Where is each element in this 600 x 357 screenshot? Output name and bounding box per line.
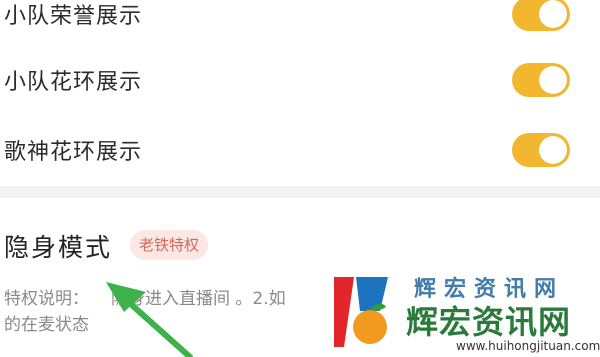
invisible-mode-title: 隐身模式: [4, 233, 113, 262]
description-text: 隐身进入直播间 。2.如: [111, 289, 286, 309]
privilege-description: 特权说明： 隐身进入直播间 。2.如 的在麦状态: [4, 286, 334, 338]
toggle-knob: [539, 0, 567, 28]
description-prefix: 特权说明：: [4, 289, 89, 309]
singer-garland-toggle[interactable]: [512, 133, 570, 167]
watermark-url: www.huihongjituan.com: [456, 339, 600, 353]
setting-row-team-garland: 小队花环展示: [0, 52, 600, 108]
team-garland-toggle[interactable]: [512, 63, 570, 97]
setting-label: 小队荣誉展示: [4, 4, 143, 29]
toggle-knob: [539, 136, 567, 164]
privilege-badge: 老铁特权: [130, 230, 209, 260]
watermark: 辉宏资讯网 辉宏资讯网 www.huihongjituan.com: [330, 265, 600, 357]
watermark-title: 辉宏资讯网: [406, 303, 572, 341]
toggle-knob: [539, 66, 567, 94]
setting-row-singer-garland: 歌神花环展示: [0, 122, 600, 178]
team-honor-toggle[interactable]: [512, 0, 570, 31]
description-line2: 的在麦状态: [4, 315, 89, 335]
setting-label: 歌神花环展示: [4, 140, 143, 165]
watermark-logo-icon: [334, 277, 388, 347]
setting-label: 小队花环展示: [4, 70, 143, 95]
settings-screen: 小队荣誉展示 小队花环展示 歌神花环展示 隐身模式 老铁特权 特权说明： 隐身进入…: [0, 0, 600, 357]
section-divider: [0, 186, 600, 198]
setting-row-team-honor: 小队荣誉展示: [0, 0, 600, 42]
